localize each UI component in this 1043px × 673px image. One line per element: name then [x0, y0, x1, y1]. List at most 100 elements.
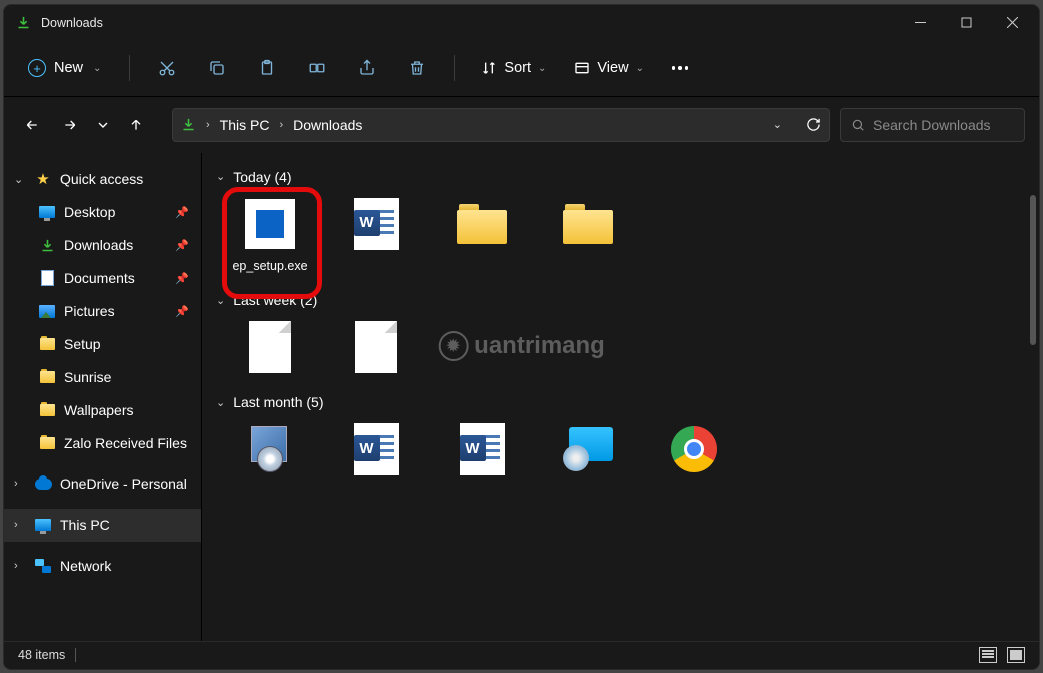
- crumb-current[interactable]: Downloads: [293, 117, 362, 133]
- separator: [454, 55, 455, 81]
- paste-button[interactable]: [246, 48, 288, 88]
- chevron-down-icon: ⌄: [636, 63, 644, 74]
- scrollbar[interactable]: [1030, 195, 1036, 345]
- file-name: ep_setup.exe: [232, 259, 307, 275]
- sort-button[interactable]: Sort ⌄: [471, 54, 556, 82]
- sidebar-label: Zalo Received Files: [64, 435, 187, 451]
- sidebar-label: Sunrise: [64, 369, 111, 385]
- sidebar-item-network[interactable]: › Network: [4, 550, 201, 583]
- group-label: Today (4): [233, 169, 291, 185]
- view-button[interactable]: View ⌄: [564, 54, 654, 82]
- word-icon: W: [460, 423, 505, 475]
- pictures-icon: [38, 302, 56, 320]
- file-item-disc-app[interactable]: [548, 420, 628, 478]
- sidebar-label: This PC: [60, 517, 110, 533]
- sidebar-label: Network: [60, 558, 111, 574]
- cut-button[interactable]: [146, 48, 188, 88]
- copy-button[interactable]: [196, 48, 238, 88]
- chevron-down-icon: ⌄: [538, 63, 546, 74]
- sidebar-label: Setup: [64, 336, 101, 352]
- file-item-word[interactable]: W: [442, 420, 522, 478]
- file-item-folder[interactable]: [548, 195, 628, 275]
- folder-icon: [38, 434, 56, 452]
- sort-label: Sort: [504, 60, 531, 76]
- file-item-word[interactable]: W: [336, 195, 416, 275]
- plus-icon: +: [28, 59, 46, 77]
- group-today[interactable]: ⌄ Today (4): [216, 169, 1025, 185]
- sidebar-item-desktop[interactable]: Desktop 📌: [4, 196, 201, 229]
- sidebar-item-pictures[interactable]: Pictures 📌: [4, 295, 201, 328]
- sidebar-item-documents[interactable]: Documents 📌: [4, 262, 201, 295]
- share-button[interactable]: [346, 48, 388, 88]
- sidebar-item-wallpapers[interactable]: Wallpapers: [4, 394, 201, 427]
- sidebar-label: Wallpapers: [64, 402, 134, 418]
- new-button[interactable]: + New ⌄: [16, 53, 113, 83]
- word-icon: W: [354, 198, 399, 250]
- content-area: ⌄ Today (4) ep_setup.exe W: [202, 153, 1039, 641]
- sidebar-item-setup[interactable]: Setup: [4, 328, 201, 361]
- forward-button[interactable]: [56, 109, 84, 141]
- this-pc-icon: [34, 516, 52, 534]
- back-button[interactable]: [18, 109, 46, 141]
- item-count: 48 items: [18, 648, 65, 662]
- up-button[interactable]: [122, 109, 150, 141]
- toolbar: + New ⌄ Sort ⌄ View ⌄: [4, 41, 1039, 97]
- group-last-month[interactable]: ⌄ Last month (5): [216, 394, 1025, 410]
- rename-button[interactable]: [296, 48, 338, 88]
- chevron-down-icon: ⌄: [14, 173, 26, 186]
- pin-icon: 📌: [175, 206, 189, 219]
- group-label: Last week (2): [233, 292, 317, 308]
- recent-button[interactable]: [94, 109, 112, 141]
- sidebar-item-onedrive[interactable]: › OneDrive - Personal: [4, 468, 201, 501]
- file-item-blank[interactable]: [230, 318, 310, 376]
- folder-icon: [457, 204, 507, 244]
- sidebar-label: Desktop: [64, 204, 115, 220]
- sidebar-item-this-pc[interactable]: › This PC: [4, 509, 201, 542]
- more-button[interactable]: [662, 56, 699, 80]
- status-bar: 48 items: [4, 641, 1039, 669]
- download-icon: [38, 236, 56, 254]
- document-icon: [38, 269, 56, 287]
- history-chevron-icon[interactable]: ⌄: [773, 118, 782, 131]
- delete-button[interactable]: [396, 48, 438, 88]
- chevron-right-icon: ›: [14, 560, 26, 572]
- sidebar-label: OneDrive - Personal: [60, 476, 187, 492]
- star-icon: ★: [34, 170, 52, 188]
- details-view-button[interactable]: [979, 647, 997, 663]
- disc-app-icon: [563, 427, 613, 471]
- file-item-ep-setup[interactable]: ep_setup.exe: [230, 195, 310, 275]
- file-icon: [249, 321, 291, 373]
- chevron-down-icon: ⌄: [93, 63, 101, 74]
- sidebar: ⌄ ★ Quick access Desktop 📌 Downloads 📌 D…: [4, 153, 202, 641]
- desktop-icon: [38, 203, 56, 221]
- pin-icon: 📌: [175, 305, 189, 318]
- file-item-word[interactable]: W: [336, 420, 416, 478]
- new-label: New: [54, 60, 83, 76]
- file-item-folder[interactable]: [442, 195, 522, 275]
- crumb-sep-icon: ›: [206, 119, 210, 131]
- close-button[interactable]: [989, 7, 1035, 39]
- crumb-thispc[interactable]: This PC: [220, 117, 270, 133]
- maximize-button[interactable]: [943, 7, 989, 39]
- file-item-blank[interactable]: [336, 318, 416, 376]
- navigation-row: › This PC › Downloads ⌄ Search Downloads: [4, 97, 1039, 153]
- file-row: [216, 318, 1025, 376]
- group-last-week[interactable]: ⌄ Last week (2): [216, 292, 1025, 308]
- folder-icon: [563, 204, 613, 244]
- address-bar[interactable]: › This PC › Downloads ⌄: [172, 108, 830, 142]
- sidebar-item-quick-access[interactable]: ⌄ ★ Quick access: [4, 163, 201, 196]
- large-icons-view-button[interactable]: [1007, 647, 1025, 663]
- file-item-chrome[interactable]: [654, 420, 734, 478]
- window-buttons: [897, 7, 1035, 39]
- window-title: Downloads: [41, 16, 897, 30]
- chevron-down-icon: ⌄: [216, 294, 225, 307]
- minimize-button[interactable]: [897, 7, 943, 39]
- refresh-icon[interactable]: [806, 117, 821, 132]
- sidebar-item-downloads[interactable]: Downloads 📌: [4, 229, 201, 262]
- sidebar-item-zalo[interactable]: Zalo Received Files: [4, 427, 201, 460]
- separator: [129, 55, 130, 81]
- file-item-installer[interactable]: [230, 420, 310, 478]
- search-input[interactable]: Search Downloads: [840, 108, 1025, 142]
- sidebar-item-sunrise[interactable]: Sunrise: [4, 361, 201, 394]
- word-icon: W: [354, 423, 399, 475]
